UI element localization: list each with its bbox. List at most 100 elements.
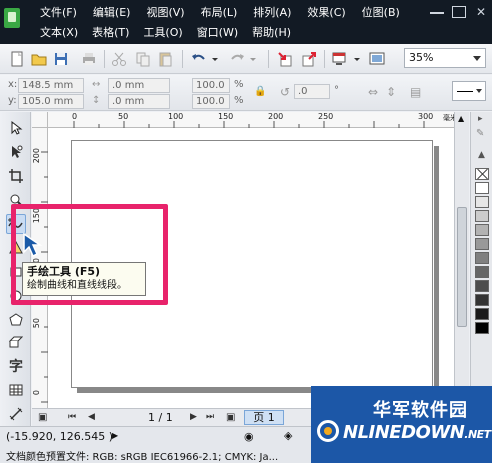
color-swatch[interactable] — [475, 252, 489, 264]
menu-help[interactable]: 帮助(H) — [246, 24, 297, 44]
first-page-icon[interactable]: ⏮ — [68, 412, 76, 422]
undo-dropdown-icon[interactable] — [206, 50, 218, 68]
ruler-origin[interactable] — [32, 112, 48, 128]
v-tick-label: 200 — [32, 148, 41, 164]
width-icon: ↔ — [92, 79, 101, 90]
vertical-scrollbar[interactable]: ▲ — [454, 112, 469, 408]
rotation-unit: ° — [334, 85, 339, 96]
h-tick-label: 300 — [418, 112, 434, 121]
save-icon[interactable] — [52, 50, 70, 68]
menu-text[interactable]: 文本(X) — [34, 24, 84, 44]
menu-row-1: 文件(F) 编辑(E) 视图(V) 布局(L) 排列(A) 效果(C) 位图(B… — [34, 4, 410, 24]
mirror-vertical-icon[interactable]: ⇕ — [386, 85, 396, 99]
menu-arrange[interactable]: 排列(A) — [247, 4, 297, 24]
menu-window[interactable]: 窗口(W) — [191, 24, 244, 44]
app-icon — [4, 8, 20, 28]
color-proof-icon[interactable]: ◉ — [244, 430, 254, 443]
width-field[interactable]: .0 mm — [108, 78, 170, 93]
basic-shapes-tool-icon[interactable] — [6, 332, 26, 352]
export-icon[interactable] — [300, 50, 318, 68]
add-page-before-icon[interactable]: ▣ — [38, 412, 47, 423]
color-swatch[interactable] — [475, 322, 489, 334]
copy-icon[interactable] — [134, 50, 152, 68]
fill-color-icon[interactable]: ◈ — [284, 429, 292, 442]
color-swatch[interactable] — [475, 280, 489, 292]
paste-icon[interactable] — [156, 50, 174, 68]
h-tick-label: 0 — [72, 112, 78, 121]
lock-ratio-icon[interactable]: 🔒 — [254, 86, 266, 97]
palette-menu-icon[interactable]: ▸ — [478, 114, 483, 124]
open-folder-icon[interactable] — [30, 50, 48, 68]
next-page-icon[interactable]: ▶ — [190, 412, 197, 422]
menu-bar: 文件(F) 编辑(E) 视图(V) 布局(L) 排列(A) 效果(C) 位图(B… — [0, 0, 492, 44]
eyedropper-icon[interactable]: ✎ — [476, 128, 484, 139]
pick-tool-icon[interactable] — [6, 118, 26, 138]
redo-dropdown-icon[interactable] — [244, 50, 256, 68]
add-page-after-icon[interactable]: ▣ — [226, 412, 235, 423]
standard-toolbar: 35% — [0, 44, 492, 74]
menu-bitmaps[interactable]: 位图(B) — [356, 4, 406, 24]
polygon-tool-icon[interactable] — [6, 310, 26, 330]
close-icon[interactable]: ✕ — [474, 6, 488, 18]
menu-effects[interactable]: 效果(C) — [301, 4, 351, 24]
application-launcher-icon[interactable] — [330, 50, 348, 68]
wrap-text-icon[interactable]: ▤ — [410, 85, 421, 99]
print-icon[interactable] — [80, 50, 98, 68]
property-bar: x: 148.5 mm y: 105.0 mm ↔ .0 mm ↕ .0 mm … — [0, 75, 492, 111]
menu-table[interactable]: 表格(T) — [86, 24, 135, 44]
palette-scroll-up-icon[interactable]: ▲ — [478, 150, 485, 160]
rotation-field[interactable]: .0 — [294, 84, 330, 99]
previous-page-icon[interactable]: ◀ — [88, 412, 95, 422]
menu-edit[interactable]: 编辑(E) — [87, 4, 137, 24]
scrollbar-thumb[interactable] — [457, 207, 467, 327]
color-swatch[interactable] — [475, 196, 489, 208]
welcome-screen-icon[interactable] — [368, 50, 386, 68]
no-color-swatch[interactable] — [475, 168, 489, 180]
menu-row-2: 文本(X) 表格(T) 工具(O) 窗口(W) 帮助(H) — [34, 24, 299, 44]
crop-tool-icon[interactable] — [6, 166, 26, 186]
scale-y-unit: % — [234, 95, 244, 106]
last-page-icon[interactable]: ⏭ — [206, 412, 214, 422]
menu-file[interactable]: 文件(F) — [34, 4, 83, 24]
dimension-tool-icon[interactable] — [6, 404, 26, 424]
h-tick-label: 200 — [268, 112, 284, 121]
maximize-icon[interactable] — [452, 6, 466, 18]
color-swatch[interactable] — [475, 182, 489, 194]
h-tick-label: 100 — [168, 112, 184, 121]
scroll-up-icon[interactable]: ▲ — [458, 114, 464, 123]
horizontal-ruler[interactable]: 0 50 100 150 200 250 300 — [48, 112, 454, 128]
scale-x-field[interactable]: 100.0 — [192, 78, 230, 93]
text-tool-icon[interactable]: 字 — [6, 356, 26, 376]
color-swatch[interactable] — [475, 266, 489, 278]
status-expand-icon[interactable]: ▶ — [112, 431, 118, 440]
import-icon[interactable] — [276, 50, 294, 68]
color-swatch[interactable] — [475, 308, 489, 320]
menu-tools[interactable]: 工具(O) — [137, 24, 188, 44]
launcher-dropdown-icon[interactable] — [348, 50, 360, 68]
table-tool-icon[interactable] — [6, 380, 26, 400]
new-document-icon[interactable] — [8, 50, 26, 68]
height-field[interactable]: .0 mm — [108, 94, 170, 109]
minimize-icon[interactable] — [430, 6, 444, 14]
color-swatch[interactable] — [475, 294, 489, 306]
document-color-profile: 文档颜色预置文件: RGB: sRGB IEC61966-2.1; CMYK: … — [6, 452, 279, 463]
menu-layout[interactable]: 布局(L) — [195, 4, 244, 24]
mirror-horizontal-icon[interactable]: ⇔ — [368, 85, 378, 99]
cut-icon[interactable] — [110, 50, 128, 68]
shape-tool-icon[interactable] — [6, 142, 26, 162]
y-label: y: — [8, 95, 17, 106]
color-palette: ▸ ✎ ▲ — [470, 112, 492, 426]
y-position-field[interactable]: 105.0 mm — [18, 94, 84, 109]
x-position-field[interactable]: 148.5 mm — [18, 78, 84, 93]
color-swatch[interactable] — [475, 238, 489, 250]
scale-y-field[interactable]: 100.0 — [192, 94, 230, 109]
page-tab-1[interactable]: 页 1 — [244, 410, 284, 425]
color-swatch[interactable] — [475, 224, 489, 236]
rotate-icon: ↺ — [280, 85, 291, 99]
outline-width-select[interactable] — [452, 81, 486, 101]
h-tick-label: 150 — [218, 112, 234, 121]
zoom-level-select[interactable]: 35% — [404, 48, 486, 68]
color-swatch[interactable] — [475, 210, 489, 222]
menu-view[interactable]: 视图(V) — [140, 4, 190, 24]
page-count: 1 / 1 — [148, 411, 173, 424]
